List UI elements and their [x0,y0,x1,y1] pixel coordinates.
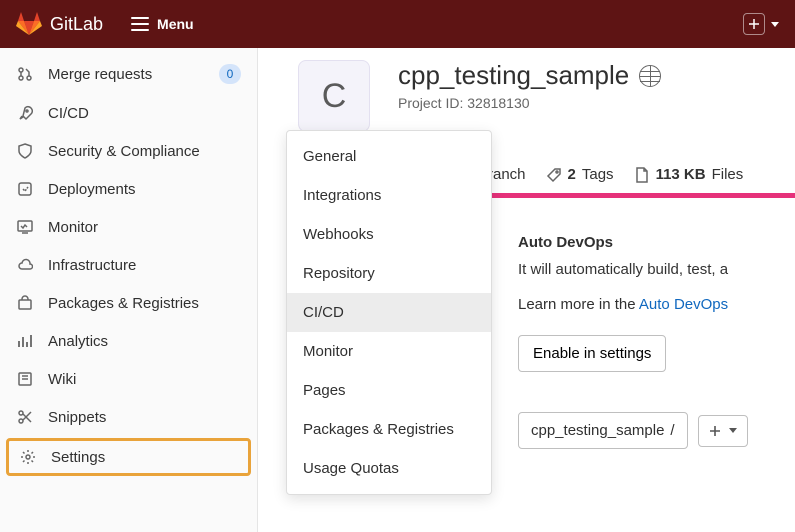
sidebar-item-cicd[interactable]: CI/CD [0,94,257,132]
stat-tags[interactable]: 2 Tags [546,166,614,183]
project-title: cpp_testing_sample [398,60,629,91]
sidebar-item-monitor[interactable]: Monitor [0,208,257,246]
sidebar-item-settings[interactable]: Settings [6,438,251,476]
flyout-item-repository[interactable]: Repository [287,254,491,293]
monitor-icon [16,218,34,236]
sidebar-item-deployments[interactable]: Deployments [0,170,257,208]
sidebar-item-label: Infrastructure [48,257,241,274]
sidebar-item-snippets[interactable]: Snippets [0,398,257,436]
sidebar-item-label: Security & Compliance [48,143,241,160]
deployments-icon [16,180,34,198]
flyout-item-webhooks[interactable]: Webhooks [287,215,491,254]
learn-prefix: Learn more in the [518,296,639,313]
flyout-item-monitor[interactable]: Monitor [287,332,491,371]
sidebar-item-label: Settings [51,449,238,466]
gear-icon [19,448,37,466]
cloud-icon [16,256,34,274]
sidebar-item-label: Analytics [48,333,241,350]
top-navbar: GitLab Menu [0,0,795,48]
crumb-label: cpp_testing_sample [531,422,664,439]
globe-icon[interactable] [639,65,661,87]
sidebar-item-merge-requests[interactable]: Merge requests 0 [0,54,257,94]
sidebar-item-label: Deployments [48,181,241,198]
plus-icon [709,425,721,437]
settings-flyout-menu: General Integrations Webhooks Repository… [286,130,492,495]
files-label: Files [712,166,744,183]
devops-title: Auto DevOps [518,234,795,251]
sidebar-item-wiki[interactable]: Wiki [0,360,257,398]
sidebar-item-label: Merge requests [48,66,205,83]
menu-label: Menu [157,16,194,32]
merge-request-badge: 0 [219,64,241,84]
hamburger-icon [131,17,149,31]
sidebar-item-analytics[interactable]: Analytics [0,322,257,360]
tag-icon [546,167,562,183]
shield-icon [16,142,34,160]
sidebar-item-security[interactable]: Security & Compliance [0,132,257,170]
progress-bar [478,193,795,198]
gitlab-logo-icon [16,12,42,36]
sidebar-item-label: CI/CD [48,105,241,122]
sidebar-item-infrastructure[interactable]: Infrastructure [0,246,257,284]
book-icon [16,370,34,388]
chart-icon [16,332,34,350]
flyout-item-pages[interactable]: Pages [287,371,491,410]
brand-text: GitLab [50,14,103,35]
plus-icon [748,18,760,30]
avatar-letter: C [322,77,347,116]
sidebar-item-label: Wiki [48,371,241,388]
sidebar-item-label: Packages & Registries [48,295,241,312]
package-icon [16,294,34,312]
flyout-item-cicd[interactable]: CI/CD [287,293,491,332]
sidebar-item-packages[interactable]: Packages & Registries [0,284,257,322]
files-size: 113 KB [656,166,706,183]
sidebar-item-label: Monitor [48,219,241,236]
new-button[interactable] [743,13,765,35]
devops-learn: Learn more in the Auto DevOps [518,296,795,313]
devops-text: It will automatically build, test, a [518,261,795,278]
breadcrumb-dropdown[interactable]: cpp_testing_sample / [518,412,688,449]
flyout-item-general[interactable]: General [287,137,491,176]
menu-button[interactable]: Menu [131,16,194,32]
crumb-sep: / [670,422,674,439]
enable-settings-button[interactable]: Enable in settings [518,335,666,372]
chevron-down-icon[interactable] [771,22,779,27]
stat-files[interactable]: 113 KB Files [634,166,744,183]
merge-request-icon [16,65,34,83]
add-dropdown-button[interactable] [698,415,748,447]
flyout-item-usage-quotas[interactable]: Usage Quotas [287,449,491,488]
tags-count: 2 [568,166,576,183]
chevron-down-icon [729,428,737,433]
flyout-item-packages[interactable]: Packages & Registries [287,410,491,449]
flyout-item-integrations[interactable]: Integrations [287,176,491,215]
sidebar: Merge requests 0 CI/CD Security & Compli… [0,48,258,532]
devops-learn-link[interactable]: Auto DevOps [639,296,728,313]
brand-wrap[interactable]: GitLab [16,12,103,36]
project-avatar[interactable]: C [298,60,370,132]
rocket-icon [16,104,34,122]
tags-label: Tags [582,166,614,183]
file-icon [634,167,650,183]
topbar-actions [743,13,779,35]
scissors-icon [16,408,34,426]
sidebar-item-label: Snippets [48,409,241,426]
project-id: Project ID: 32818130 [398,95,661,111]
